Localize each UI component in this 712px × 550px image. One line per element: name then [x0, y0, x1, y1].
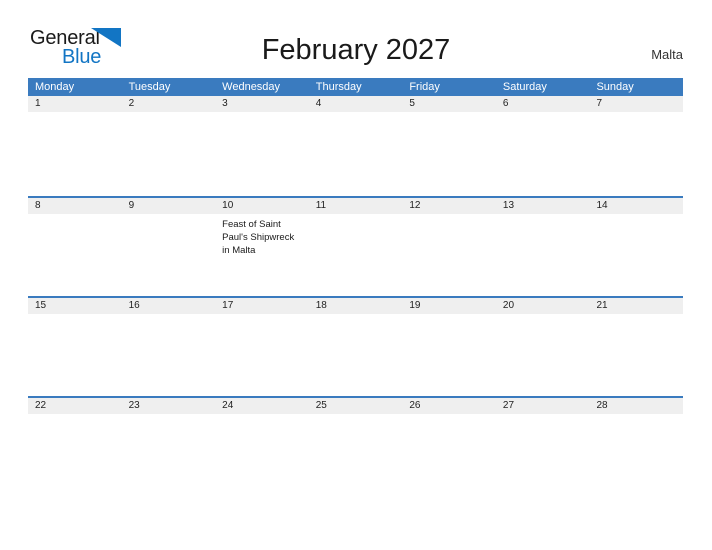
day-number: 17	[215, 298, 309, 314]
calendar-week-row: 22 23 24 25 26 27 28	[28, 396, 684, 496]
calendar-day-cell[interactable]: 17	[215, 296, 309, 396]
calendar-day-cell[interactable]: 25	[308, 396, 403, 496]
calendar-day-cell[interactable]: 13	[495, 196, 590, 296]
calendar-day-cell[interactable]: 7	[589, 96, 684, 196]
calendar-day-cell[interactable]: 20	[495, 296, 590, 396]
day-number: 22	[28, 398, 122, 414]
calendar-day-cell[interactable]: 27	[495, 396, 590, 496]
weekday-header-wednesday: Wednesday	[222, 81, 281, 93]
day-number: 10	[215, 198, 309, 214]
calendar-day-cell[interactable]: 26	[402, 396, 496, 496]
weekday-header-friday: Friday	[409, 81, 440, 93]
calendar-day-cell[interactable]: 16	[121, 296, 216, 396]
calendar-day-cell[interactable]: 24	[215, 396, 309, 496]
calendar-day-cell[interactable]: 11	[308, 196, 403, 296]
page-title: February 2027	[261, 34, 451, 66]
calendar-week-row: 15 16 17 18 19 20 21	[28, 296, 684, 396]
calendar-day-cell[interactable]: 12	[402, 196, 496, 296]
day-number: 26	[402, 398, 496, 414]
day-number: 4	[308, 96, 403, 112]
day-number: 11	[308, 198, 403, 214]
calendar-day-cell[interactable]: 28	[589, 396, 684, 496]
calendar-week-row: 8 9 10 Feast of Saint Paul's Shipwreck in M…	[28, 196, 684, 296]
weekday-header-monday: Monday	[35, 81, 75, 93]
calendar-day-cell[interactable]: 2	[121, 96, 216, 196]
weekday-header-row: Monday Tuesday Wednesday Thursday Friday Satu…	[28, 78, 683, 96]
calendar-weeks: 1 2 3 4 5 6 7 8 9 10 Feast of Saint Paul's Shipwre…	[28, 96, 684, 496]
calendar-day-cell[interactable]: 18	[308, 296, 403, 396]
day-number: 5	[402, 96, 496, 112]
day-number: 7	[589, 96, 684, 112]
calendar-day-cell[interactable]: 19	[402, 296, 496, 396]
calendar-day-cell[interactable]: 5	[402, 96, 496, 196]
calendar-day-cell[interactable]: 10 Feast of Saint Paul's Shipwreck in Mal…	[215, 196, 309, 296]
calendar-week-row: 1234567	[28, 96, 684, 196]
day-number: 23	[121, 398, 216, 414]
day-number: 9	[121, 198, 216, 214]
day-number: 25	[308, 398, 403, 414]
day-number: 21	[589, 298, 684, 314]
day-number: 6	[495, 96, 590, 112]
day-events-list: Feast of Saint Paul's Shipwreck in Malta	[215, 214, 309, 257]
page-header: General Blue February 2027 Malta	[0, 0, 712, 78]
day-number: 20	[495, 298, 590, 314]
day-number: 19	[402, 298, 496, 314]
day-number: 14	[589, 198, 684, 214]
day-number: 18	[308, 298, 403, 314]
day-number: 13	[495, 198, 590, 214]
day-number: 2	[121, 96, 216, 112]
calendar-day-cell[interactable]: 8	[28, 196, 122, 296]
calendar-day-cell[interactable]: 14	[589, 196, 684, 296]
weekday-header-saturday: Saturday	[502, 81, 547, 93]
calendar-day-cell[interactable]: 6	[495, 96, 590, 196]
day-number: 27	[495, 398, 590, 414]
day-number: 16	[121, 298, 216, 314]
calendar-day-cell[interactable]: 4	[308, 96, 403, 196]
calendar-day-cell[interactable]: 22	[28, 396, 122, 496]
day-number: 12	[402, 198, 496, 214]
weekday-header-thursday: Thursday	[315, 81, 362, 93]
calendar-day-cell[interactable]: 9	[121, 196, 216, 296]
weekday-header-sunday: Sunday	[596, 81, 634, 93]
day-event-label[interactable]: Feast of Saint Paul's Shipwreck in Malta	[222, 218, 301, 257]
day-number: 28	[589, 398, 684, 414]
calendar-day-cell[interactable]: 21	[589, 296, 684, 396]
calendar-day-cell[interactable]: 3	[215, 96, 309, 196]
day-number: 8	[28, 198, 122, 214]
calendar-day-cell[interactable]: 15	[28, 296, 122, 396]
day-number: 15	[28, 298, 122, 314]
calendar-grid: Monday Tuesday Wednesday Thursday Friday Satu…	[28, 78, 684, 496]
day-number: 24	[215, 398, 309, 414]
weekday-header-tuesday: Tuesday	[128, 81, 171, 93]
day-number: 3	[215, 96, 309, 112]
calendar-day-cell[interactable]: 23	[121, 396, 216, 496]
calendar-location-label: Malta	[651, 47, 683, 62]
day-number: 1	[28, 96, 122, 112]
calendar-day-cell[interactable]: 1	[28, 96, 122, 196]
